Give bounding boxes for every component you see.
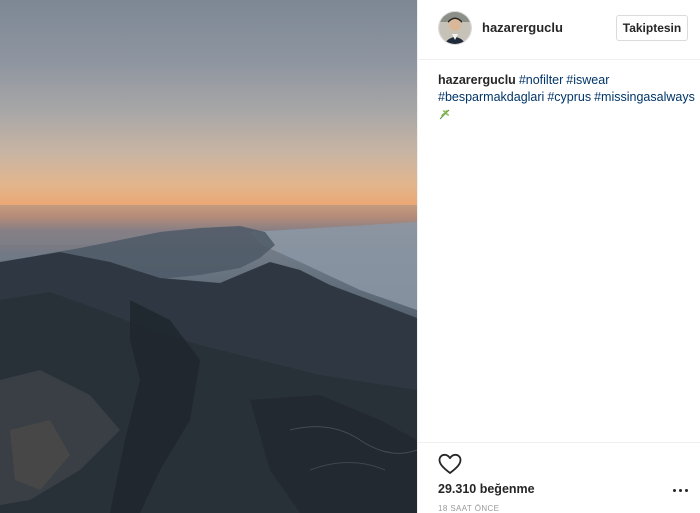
hashtag-link[interactable]: #cyprus [547, 90, 591, 104]
heart-outline-icon[interactable] [438, 453, 462, 475]
post-side-panel: hazarerguclu Takiptesin hazarerguclu #nof… [417, 0, 700, 513]
ellipsis-icon[interactable] [673, 489, 689, 495]
post-header: hazarerguclu Takiptesin [418, 0, 700, 60]
post-timestamp[interactable]: 18 SAAT ÖNCE [438, 504, 499, 513]
hashtag-link[interactable]: #nofilter [519, 73, 563, 87]
likes-count: 29.310 [438, 482, 477, 496]
instagram-post: hazarerguclu Takiptesin hazarerguclu #nof… [0, 0, 700, 513]
caption-username[interactable]: hazarerguclu [438, 73, 516, 87]
following-button[interactable]: Takiptesin [616, 15, 688, 41]
hashtag-link[interactable]: #iswear [566, 73, 609, 87]
herb-leaf-icon [439, 109, 450, 120]
aerial-landscape-image [0, 205, 417, 513]
hashtag-link[interactable]: #missingasalways [594, 90, 695, 104]
post-footer: 29.310 beğenme 18 SAAT ÖNCE [418, 442, 700, 513]
avatar[interactable] [438, 11, 472, 45]
post-photo[interactable] [0, 0, 417, 513]
post-caption: hazarerguclu #nofilter #iswear #besparmakd… [438, 72, 695, 121]
likes-count-text[interactable]: 29.310 beğenme [438, 482, 535, 496]
avatar-image [439, 12, 471, 44]
header-username[interactable]: hazarerguclu [482, 20, 563, 35]
hashtag-link[interactable]: #besparmakdaglari [438, 90, 544, 104]
likes-label: beğenme [479, 482, 535, 496]
